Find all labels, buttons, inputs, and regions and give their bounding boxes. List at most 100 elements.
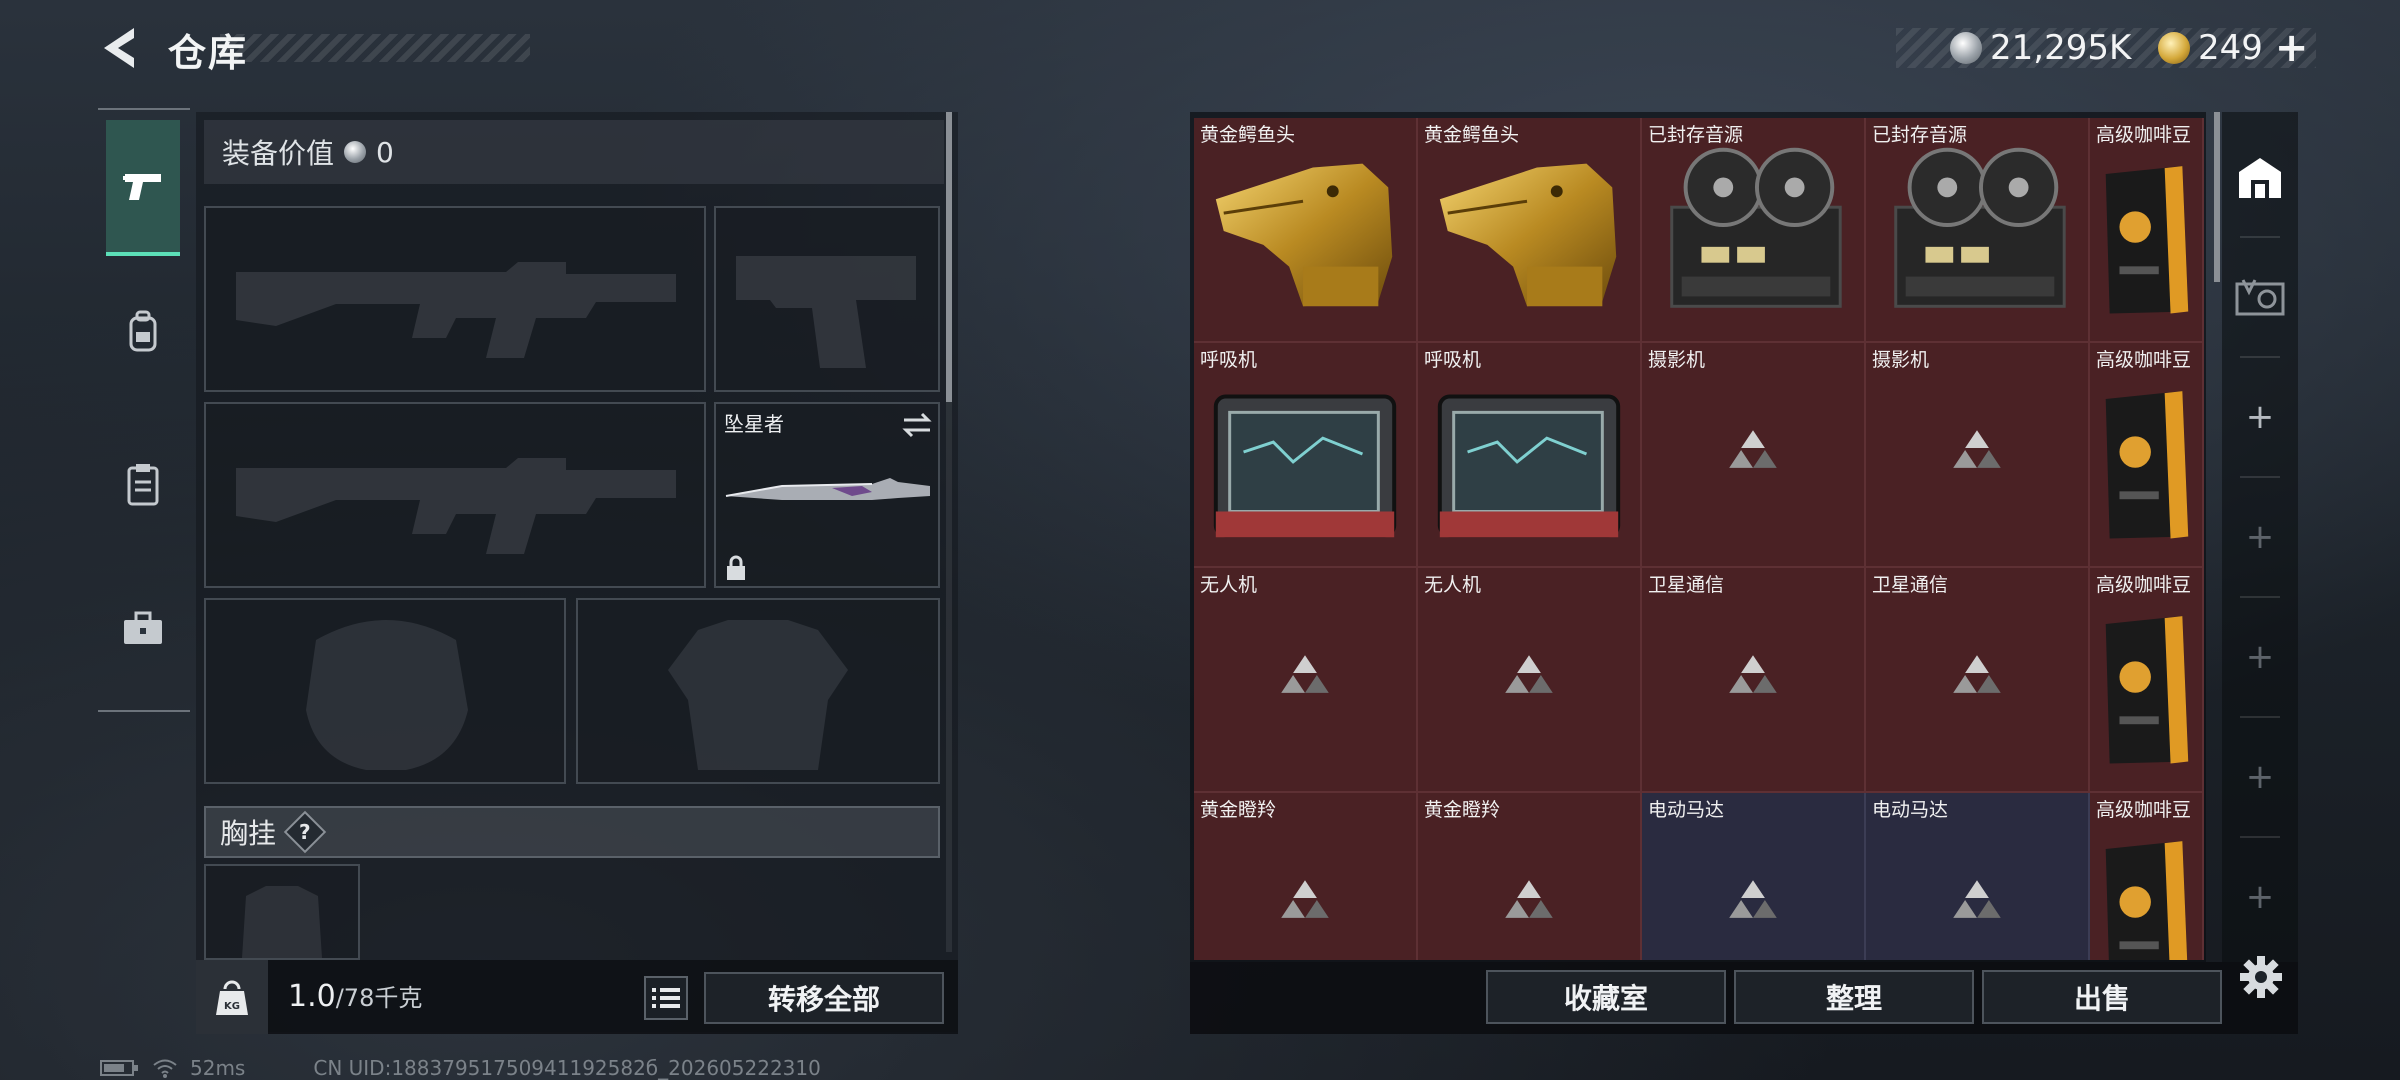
stash-item-name: 已封存音源 bbox=[1872, 124, 1968, 146]
stash-item[interactable]: 无人机 bbox=[1418, 568, 1642, 793]
backpack-icon bbox=[129, 310, 157, 352]
tab-weapons[interactable] bbox=[106, 120, 180, 256]
helmet-slot[interactable] bbox=[204, 598, 566, 784]
stash-item[interactable]: 黄金鳄鱼头 bbox=[1194, 118, 1418, 343]
stash-item[interactable]: 摄影机 bbox=[1866, 343, 2090, 568]
stash-item[interactable]: 高级咖啡豆 bbox=[2090, 793, 2204, 960]
list-view-button[interactable] bbox=[644, 976, 688, 1020]
stash-scrollbar-thumb[interactable] bbox=[2214, 112, 2220, 282]
rail-divider bbox=[2240, 716, 2280, 718]
stash-page-safe[interactable] bbox=[2226, 242, 2294, 352]
stash-item[interactable]: 已封存音源 bbox=[1642, 118, 1866, 343]
rail-divider bbox=[2240, 476, 2280, 478]
sell-button[interactable]: 出售 bbox=[1982, 970, 2222, 1024]
equipment-value-row: 装备价值 0 bbox=[204, 120, 944, 184]
primary-weapon-slot[interactable] bbox=[204, 206, 706, 392]
stash-item-name: 黄金鳄鱼头 bbox=[1424, 124, 1520, 146]
ventilator-icon bbox=[1213, 394, 1397, 538]
golden-crocodile-head-icon bbox=[1215, 163, 1393, 307]
knife-icon bbox=[725, 478, 930, 500]
stash-item[interactable]: 无人机 bbox=[1194, 568, 1418, 793]
pistol-icon bbox=[123, 174, 161, 200]
stash-item[interactable]: 黄金瞪羚 bbox=[1194, 793, 1418, 960]
stash-item[interactable]: 高级咖啡豆 bbox=[2090, 343, 2204, 568]
swap-icon[interactable] bbox=[900, 410, 934, 440]
category-tabs bbox=[98, 108, 190, 712]
gold-currency-value: 249 bbox=[2198, 28, 2263, 68]
stash-item-name: 高级咖啡豆 bbox=[2096, 574, 2192, 596]
stash-item-name: 电动马达 bbox=[1648, 799, 1725, 821]
stash-item[interactable]: 高级咖啡豆 bbox=[2090, 118, 2204, 343]
sort-button[interactable]: 整理 bbox=[1734, 970, 1974, 1024]
user-uid: CN UID:18837951750941192582б_20260522231… bbox=[313, 1056, 821, 1080]
silver-currency: 21,295K bbox=[1950, 26, 2131, 70]
settings-button[interactable] bbox=[2238, 954, 2286, 1002]
loading-placeholder-icon bbox=[1953, 655, 2001, 693]
tab-armor[interactable] bbox=[106, 416, 180, 552]
chest-rig-slot[interactable] bbox=[204, 864, 360, 960]
add-stash-page-button-locked[interactable]: + bbox=[2226, 602, 2294, 712]
warehouse-icon bbox=[2239, 158, 2281, 198]
chest-rig-header: 胸挂 ? bbox=[204, 806, 940, 858]
secondary-weapon-slot[interactable] bbox=[204, 402, 706, 588]
back-button[interactable] bbox=[96, 22, 144, 74]
wifi-icon bbox=[153, 1059, 177, 1078]
stash-page-main[interactable] bbox=[2226, 122, 2294, 232]
equipment-scrollbar-thumb[interactable] bbox=[946, 112, 952, 402]
stash-item[interactable]: 卫星通信 bbox=[1642, 568, 1866, 793]
stash-item-name: 卫星通信 bbox=[1872, 574, 1949, 596]
add-stash-page-button-locked[interactable]: + bbox=[2226, 722, 2294, 832]
weight-icon-box: KG bbox=[196, 960, 268, 1034]
stash-item[interactable]: 呼吸机 bbox=[1194, 343, 1418, 568]
stash-item[interactable]: 摄影机 bbox=[1642, 343, 1866, 568]
stash-item[interactable]: 已封存音源 bbox=[1866, 118, 2090, 343]
help-button[interactable]: ? bbox=[283, 810, 327, 854]
chest-rig-silhouette-icon bbox=[242, 886, 322, 958]
loading-placeholder-icon bbox=[1505, 655, 1553, 693]
kettlebell-icon: KG bbox=[216, 980, 248, 1015]
title-decoration bbox=[220, 34, 530, 62]
stash-item-name: 高级咖啡豆 bbox=[2096, 799, 2192, 821]
rail-divider bbox=[2240, 356, 2280, 358]
armor-slot[interactable] bbox=[576, 598, 940, 784]
sidearm-slot[interactable] bbox=[714, 206, 940, 392]
loading-placeholder-icon bbox=[1729, 430, 1777, 468]
add-stash-page-button[interactable]: + bbox=[2226, 362, 2294, 472]
transfer-all-button[interactable]: 转移全部 bbox=[704, 972, 944, 1024]
safe-box-icon bbox=[2235, 279, 2285, 316]
equipment-value-label: 装备价值 bbox=[222, 137, 335, 170]
rail-divider bbox=[2240, 836, 2280, 838]
stash-item-name: 黄金瞪羚 bbox=[1200, 799, 1277, 821]
coffee-bean-bag-icon bbox=[2105, 616, 2189, 764]
weight-readout: 1.0/78千克 bbox=[288, 978, 422, 1014]
loading-placeholder-icon bbox=[1953, 430, 2001, 468]
ping-value: 52ms bbox=[190, 1056, 246, 1080]
weight-icon-label: KG bbox=[224, 1001, 240, 1012]
list-icon bbox=[652, 988, 680, 1008]
stash-item[interactable]: 电动马达 bbox=[1642, 793, 1866, 960]
stash-item[interactable]: 呼吸机 bbox=[1418, 343, 1642, 568]
stash-item[interactable]: 黄金瞪羚 bbox=[1418, 793, 1642, 960]
stash-item-name: 高级咖啡豆 bbox=[2096, 349, 2192, 371]
stash-item-name: 黄金瞪羚 bbox=[1424, 799, 1501, 821]
clipboard-icon bbox=[127, 464, 159, 506]
add-stash-page-button-locked[interactable]: + bbox=[2226, 482, 2294, 592]
rail-divider bbox=[2240, 236, 2280, 238]
collection-room-button[interactable]: 收藏室 bbox=[1486, 970, 1726, 1024]
lock-icon bbox=[727, 555, 745, 580]
tab-backpack[interactable] bbox=[106, 264, 180, 400]
add-currency-button[interactable]: + bbox=[2275, 25, 2309, 71]
reel-to-reel-recorder-icon bbox=[1670, 147, 1842, 308]
coffee-bean-bag-icon bbox=[2105, 166, 2189, 314]
silver-coin-icon bbox=[1950, 32, 1982, 64]
add-stash-page-button-locked[interactable]: + bbox=[2226, 842, 2294, 952]
stash-item[interactable]: 高级咖啡豆 bbox=[2090, 568, 2204, 793]
stash-item[interactable]: 黄金鳄鱼头 bbox=[1418, 118, 1642, 343]
helmet-silhouette-icon bbox=[306, 620, 468, 770]
stash-item[interactable]: 卫星通信 bbox=[1866, 568, 2090, 793]
armor-silhouette-icon bbox=[668, 620, 848, 770]
gold-currency: 249 + bbox=[2158, 25, 2309, 71]
stash-item[interactable]: 电动马达 bbox=[1866, 793, 2090, 960]
tab-supplies[interactable] bbox=[106, 560, 180, 696]
melee-slot[interactable]: 坠星者 bbox=[714, 402, 940, 588]
